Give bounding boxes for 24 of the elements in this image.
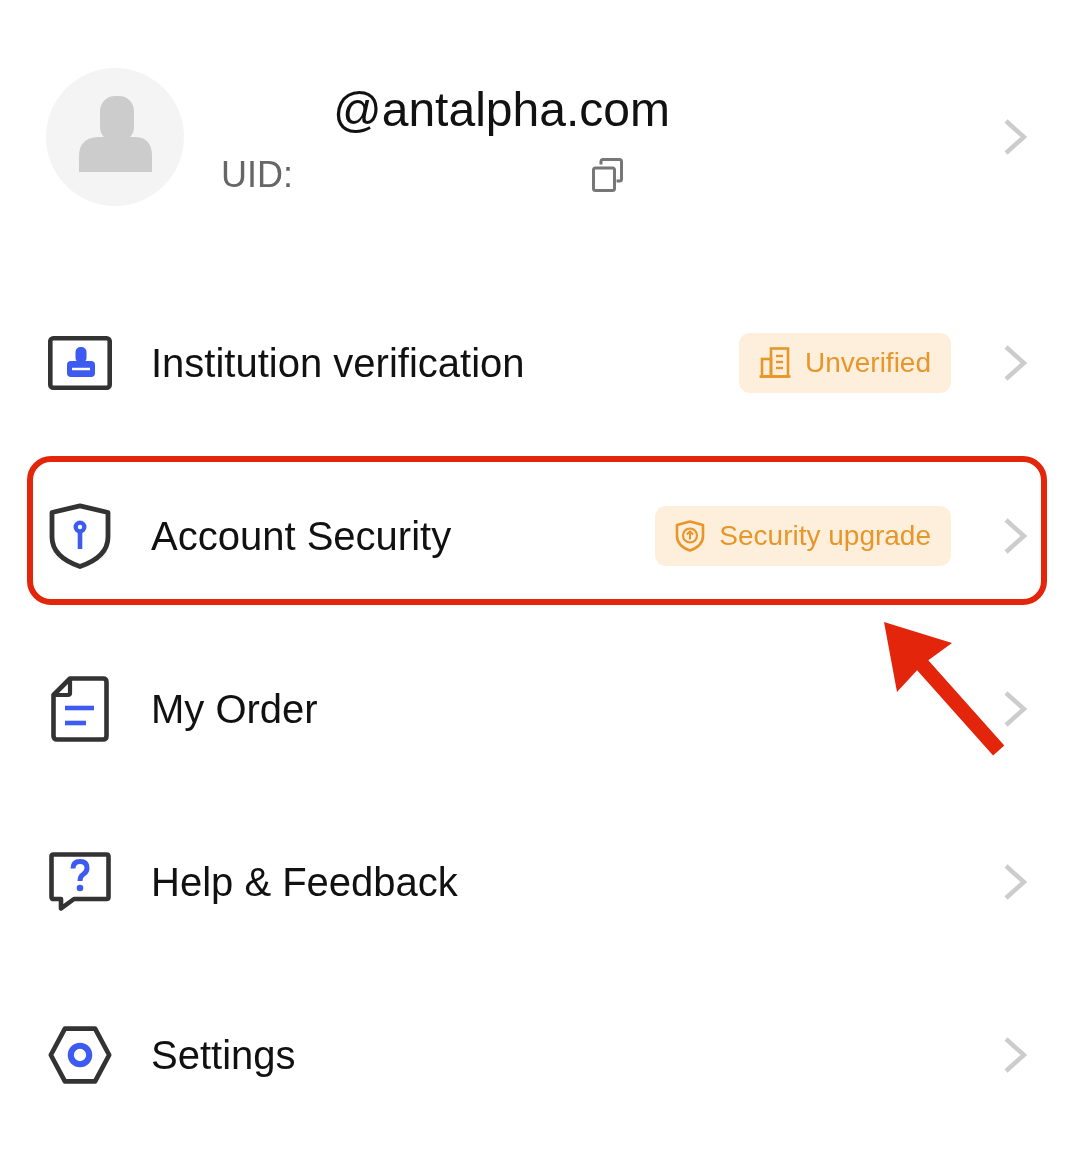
menu-item-label[interactable]: Help & Feedback [151, 857, 458, 906]
chevron-right-icon [1003, 343, 1027, 382]
building-icon [758, 347, 791, 378]
menu-item-label[interactable]: Settings [151, 1030, 296, 1079]
document-icon [51, 675, 109, 742]
copy-icon[interactable] [592, 158, 623, 192]
chevron-right-icon [1003, 862, 1027, 901]
uid-label: UID: [221, 153, 293, 197]
account-email: @antalpha.com [332, 82, 670, 137]
shield-keyhole-icon [49, 502, 111, 569]
person-card-icon [48, 335, 112, 390]
question-bubble-icon [49, 851, 111, 912]
menu-item-label[interactable]: Account Security [151, 511, 452, 560]
avatar-icon [46, 68, 184, 206]
shield-arrow-icon [675, 519, 706, 552]
chevron-right-icon [1003, 516, 1027, 555]
chevron-right-icon [1003, 1035, 1027, 1074]
menu-item-label[interactable]: My Order [151, 684, 318, 733]
badge-label: Unverified [804, 345, 931, 380]
menu-item-label[interactable]: Institution verification [151, 338, 525, 387]
chevron-right-icon [1003, 689, 1027, 728]
chevron-right-icon [1003, 118, 1027, 156]
settings-icon [48, 1023, 112, 1086]
badge-label: Security upgrade [719, 518, 931, 553]
